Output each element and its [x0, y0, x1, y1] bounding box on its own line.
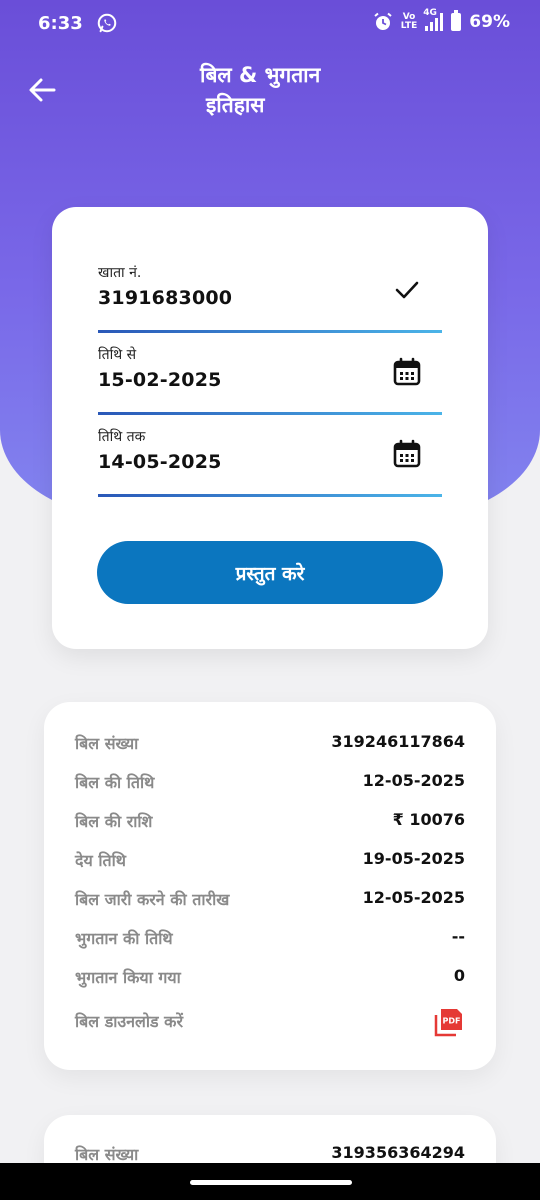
- row-value: 0: [453, 966, 465, 985]
- account-underline: [98, 330, 442, 333]
- from-date-underline: [98, 412, 442, 415]
- account-number-field[interactable]: खाता नं. 3191683000: [98, 263, 442, 333]
- row-label: भुगतान की तिथि: [75, 929, 173, 948]
- row-label: बिल संख्या: [75, 734, 139, 753]
- signal-icon: 4G: [423, 9, 444, 31]
- from-date-field[interactable]: तिथि से 15-02-2025: [98, 345, 442, 415]
- row-label: बिल संख्या: [75, 1145, 139, 1164]
- row-value: 12-05-2025: [362, 771, 465, 790]
- alarm-icon: [374, 12, 392, 30]
- payment-date-row: भुगतान की तिथि --: [75, 927, 465, 957]
- volte-indicator: Vo LTE: [400, 12, 418, 31]
- check-icon: [395, 281, 419, 299]
- svg-text:PDF: PDF: [443, 1017, 461, 1026]
- account-number-label: खाता नं.: [98, 265, 142, 281]
- row-value: 19-05-2025: [362, 849, 465, 868]
- pdf-download-icon[interactable]: PDF: [433, 1006, 465, 1038]
- from-date-label: तिथि से: [98, 347, 137, 363]
- bill-date-row: बिल की तिथि 12-05-2025: [75, 771, 465, 801]
- row-label: बिल की राशि: [75, 812, 153, 831]
- page-title: बिल & भुगतान इतिहास: [200, 63, 321, 117]
- to-date-value[interactable]: 14-05-2025: [98, 451, 222, 473]
- row-label: देय तिथि: [75, 851, 126, 870]
- status-bar: 6:33 Vo LTE 4G 69%: [0, 0, 540, 48]
- issue-date-row: बिल जारी करने की तारीख 12-05-2025: [75, 888, 465, 918]
- back-arrow-icon[interactable]: [24, 72, 60, 108]
- status-icons: Vo LTE 4G 69%: [373, 9, 510, 32]
- download-label: बिल डाउनलोड करें: [75, 1012, 184, 1031]
- bill-download-row[interactable]: बिल डाउनलोड करें PDF: [75, 1009, 465, 1040]
- due-date-row: देय तिथि 19-05-2025: [75, 849, 465, 879]
- row-label: बिल की तिथि: [75, 773, 155, 792]
- to-date-label: तिथि तक: [98, 429, 146, 445]
- row-value: ₹ 10076: [392, 810, 465, 829]
- to-date-field[interactable]: तिथि तक 14-05-2025: [98, 427, 442, 497]
- from-date-value[interactable]: 15-02-2025: [98, 369, 222, 391]
- amount-paid-row: भुगतान किया गया 0: [75, 966, 465, 996]
- to-date-underline: [98, 494, 442, 497]
- row-value: 319246117864: [331, 732, 465, 751]
- row-value: --: [451, 927, 465, 946]
- bill-card: बिल संख्या 319246117864 बिल की तिथि 12-0…: [44, 702, 496, 1070]
- account-number-value[interactable]: 3191683000: [98, 287, 232, 309]
- row-label: बिल जारी करने की तारीख: [75, 890, 230, 909]
- whatsapp-icon: [97, 13, 117, 33]
- submit-button[interactable]: प्रस्तुत करे: [97, 541, 443, 604]
- bill-number-row: बिल संख्या 319246117864: [75, 732, 465, 762]
- row-value: 319356364294: [331, 1143, 465, 1162]
- status-time: 6:33: [38, 13, 83, 34]
- home-gesture-handle[interactable]: [190, 1180, 352, 1185]
- calendar-icon[interactable]: [392, 357, 422, 387]
- calendar-icon[interactable]: [392, 439, 422, 469]
- battery-percent: 69%: [469, 12, 510, 32]
- filter-form-card: खाता नं. 3191683000 तिथि से 15-02-2025 त…: [52, 207, 488, 649]
- bill-amount-row: बिल की राशि ₹ 10076: [75, 810, 465, 840]
- row-label: भुगतान किया गया: [75, 968, 181, 987]
- battery-icon: [451, 10, 462, 31]
- row-value: 12-05-2025: [362, 888, 465, 907]
